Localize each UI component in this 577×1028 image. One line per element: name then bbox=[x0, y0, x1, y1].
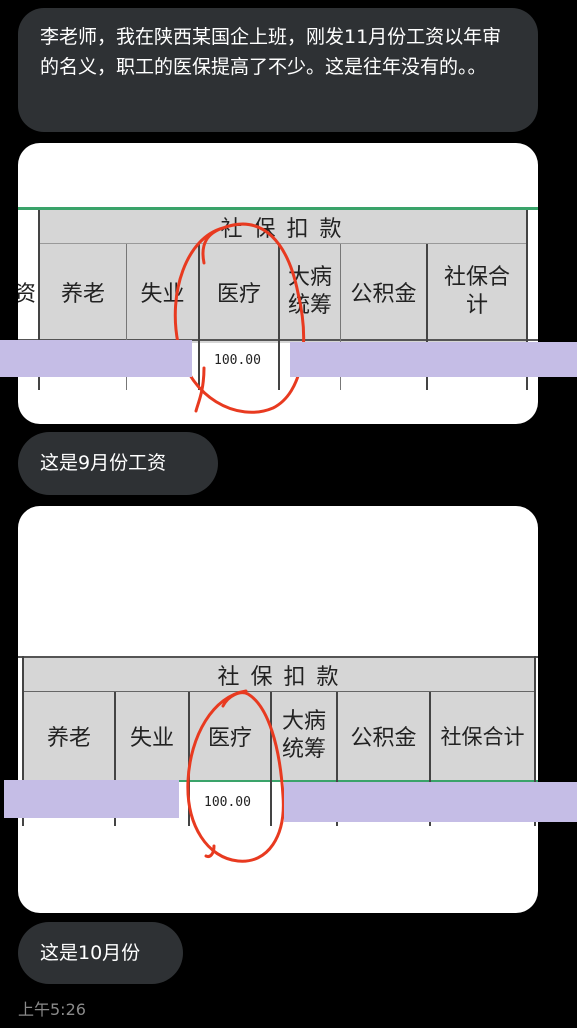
message-timestamp: 上午5:26 bbox=[18, 1000, 86, 1019]
redaction-bar bbox=[284, 782, 577, 822]
redaction-bar bbox=[4, 780, 179, 818]
redaction-bar bbox=[0, 340, 192, 377]
red-circle-annotation bbox=[186, 689, 285, 863]
red-circle-annotation bbox=[173, 222, 306, 414]
redaction-bar bbox=[290, 342, 577, 377]
message-bubble-caption-september[interactable]: 这是9月份工资 bbox=[18, 432, 218, 495]
message-text: 这是9月份工资 bbox=[40, 452, 167, 474]
image-attachment-october[interactable]: 社 保 扣 款 养老 失业 医疗 大病 统筹 公积金 社保合计 100.00 bbox=[18, 506, 538, 913]
message-text: 这是10月份 bbox=[40, 942, 141, 964]
message-text: 李老师，我在陕西某国企上班，刚发11月份工资以年审的名义，职工的医保提高了不少。… bbox=[40, 26, 502, 78]
message-bubble-caption-october[interactable]: 这是10月份 bbox=[18, 922, 183, 984]
message-bubble-question[interactable]: 李老师，我在陕西某国企上班，刚发11月份工资以年审的名义，职工的医保提高了不少。… bbox=[18, 8, 538, 132]
image-attachment-september[interactable]: 社 保 扣 款 资 养老 失业 医疗 大病 统筹 公积金 社保合 计 100.0… bbox=[18, 143, 538, 424]
